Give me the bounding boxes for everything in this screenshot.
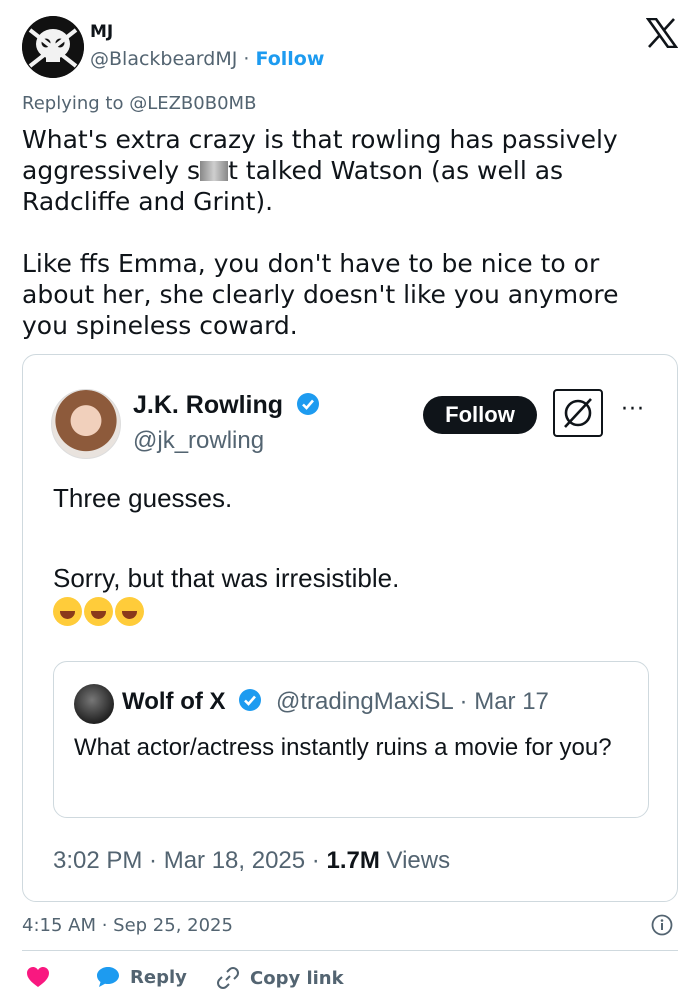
rowling-tweet-text: Three guesses. Sorry, but that was irres… — [53, 483, 653, 632]
wolf-name-text: Wolf of X — [122, 688, 226, 715]
replying-to[interactable]: Replying to @LEZB0B0MB — [22, 93, 256, 114]
verified-badge-icon — [239, 689, 262, 711]
rowling-name: J.K. Rowling — [133, 391, 320, 420]
rowling-line1: Three guesses. — [53, 483, 233, 513]
like-button[interactable] — [26, 966, 50, 988]
rofl-emoji-icon — [53, 597, 82, 626]
quoted-time-text: 3:02 PM · Mar 18, 2025 · — [53, 847, 327, 874]
copy-link-button[interactable]: Copy link — [216, 966, 344, 990]
heart-icon — [27, 967, 49, 987]
rowling-handle: @jk_rowling — [133, 427, 265, 454]
info-icon[interactable] — [651, 914, 673, 936]
tweet-timestamp[interactable]: 4:15 AM · Sep 25, 2025 — [22, 915, 233, 936]
reply-bubble-icon — [97, 967, 119, 987]
wolf-text: What actor/actress instantly ruins a mov… — [74, 734, 612, 761]
reply-button[interactable]: Reply — [96, 966, 187, 988]
wolf-name: Wolf of X — [122, 688, 262, 716]
rofl-emoji-icon — [84, 597, 113, 626]
grok-icon — [553, 389, 603, 437]
tweet-text: What's extra crazy is that rowling has p… — [22, 124, 672, 341]
author-avatar[interactable] — [22, 16, 84, 78]
quoted-timestamp: 3:02 PM · Mar 18, 2025 · 1.7M Views — [53, 847, 450, 875]
rowling-line2: Sorry, but that was irresistible. — [53, 563, 400, 593]
copy-link-label: Copy link — [250, 967, 344, 989]
rofl-emoji-icon — [115, 597, 144, 626]
quoted-tweet-card: J.K. Rowling @jk_rowling Follow ··· Thre… — [22, 354, 678, 902]
rowling-avatar — [51, 389, 121, 459]
link-icon — [217, 967, 239, 989]
censor-blur — [200, 161, 229, 181]
wolf-meta: @tradingMaxiSL · Mar 17 — [276, 688, 549, 715]
more-options-icon: ··· — [621, 397, 645, 422]
divider — [22, 950, 678, 951]
author-name[interactable]: MJ — [90, 22, 113, 42]
views-count: 1.7M — [326, 847, 380, 874]
wolf-avatar — [74, 684, 114, 724]
separator: · — [243, 48, 250, 70]
follow-link[interactable]: Follow — [255, 48, 324, 70]
inner-quoted-tweet: Wolf of X @tradingMaxiSL · Mar 17 What a… — [53, 661, 649, 818]
rowling-follow-button: Follow — [423, 396, 537, 434]
author-handle-row: @BlackbeardMJ · Follow — [90, 48, 324, 70]
rowling-name-text: J.K. Rowling — [133, 391, 283, 419]
views-label: Views — [379, 847, 451, 874]
author-handle[interactable]: @BlackbeardMJ — [90, 48, 237, 70]
reply-label: Reply — [130, 966, 187, 988]
verified-badge-icon — [296, 393, 319, 415]
x-logo-icon[interactable] — [646, 18, 678, 48]
